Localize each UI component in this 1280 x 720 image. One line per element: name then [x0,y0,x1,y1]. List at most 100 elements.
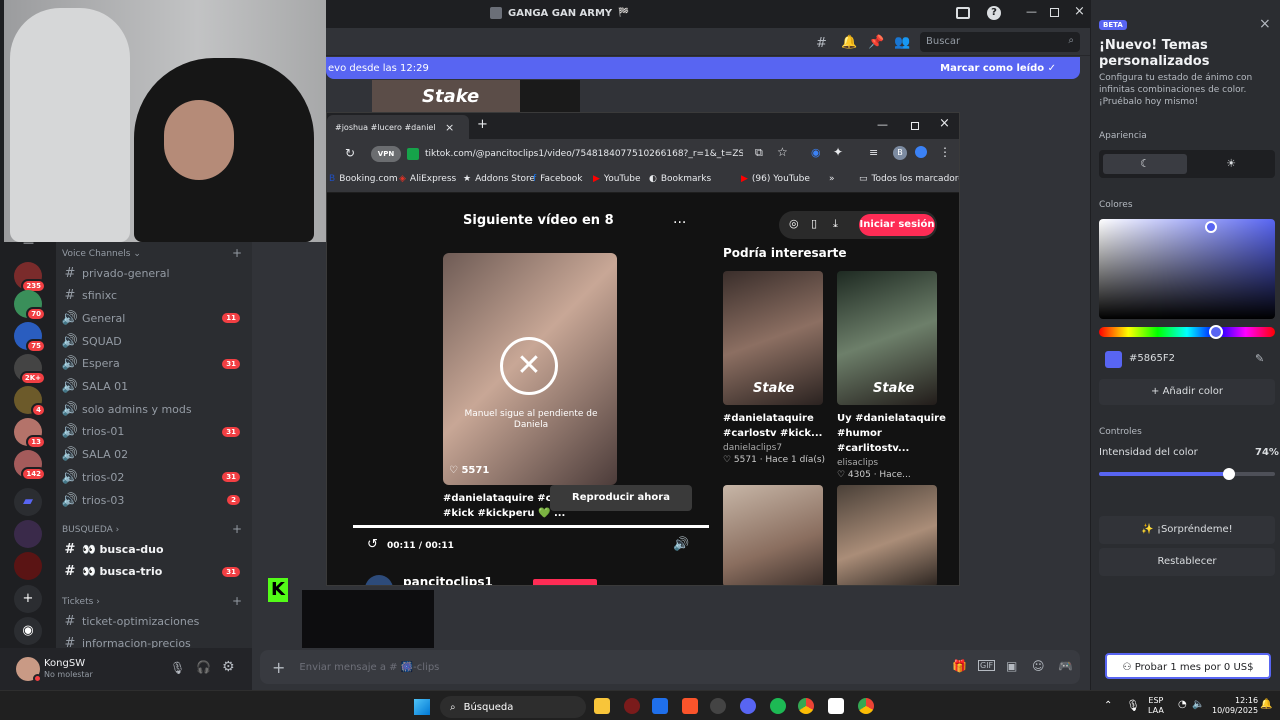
eyedropper-icon[interactable]: ✎ [1255,352,1264,365]
app-icon[interactable] [624,698,640,714]
recommendation-card[interactable]: #danielataquire #carlostv #kick... daniel… [723,411,833,465]
inbox-icon[interactable] [956,7,970,19]
channel-item[interactable]: 🔊 Espera 31 [60,353,246,375]
category-busqueda[interactable]: BUSQUEDA › [62,525,119,535]
add-color-button[interactable]: + Añadir color [1099,379,1275,405]
chrome-icon[interactable] [798,698,814,714]
message-composer[interactable]: + Enviar mensaje a # 🎆-clips 🎁 GIF ▣ ☺ 🎮 [260,650,1080,684]
bookmark-item[interactable]: B Booking.com [329,174,398,184]
emoji-icon[interactable]: ☺ [1032,659,1045,673]
pin-icon[interactable]: 📌 [868,35,884,50]
color-picker-area[interactable] [1099,219,1275,319]
file-explorer-icon[interactable] [594,698,610,714]
brave-icon[interactable] [682,698,698,714]
maximize-button[interactable] [1050,8,1059,17]
channel-item[interactable]: # 👀 busca-trio 31 [60,561,246,583]
channel-item[interactable]: # informacion-precios [60,633,246,648]
extension-icon[interactable]: ◉ [811,146,821,159]
channel-item[interactable]: 🔊 trios-03 2 [60,489,246,511]
all-bookmarks[interactable]: ▭ Todos los marcadores [859,174,959,184]
bookmark-item[interactable]: ▶ YouTube [593,174,641,184]
channel-item[interactable]: 🔊 SALA 01 [60,376,246,398]
server-icon[interactable]: 235 [14,262,46,293]
color-swatch[interactable] [1105,351,1122,368]
threads-icon[interactable]: # [816,36,827,51]
channel-item[interactable]: 🔊 SALA 02 [60,444,246,466]
reset-button[interactable]: Restablecer [1099,548,1275,576]
server-icon[interactable]: 2K+ [14,354,46,385]
app-icon[interactable] [710,698,726,714]
server-icon[interactable]: 70 [14,290,46,321]
server-icon[interactable]: 4 [14,386,46,417]
mark-read-button[interactable]: Marcar como leído ✓ [940,63,1056,74]
replay-icon[interactable]: ↺ [367,537,378,552]
add-channel-button[interactable]: + [232,594,242,608]
light-mode-button[interactable]: ☀ [1191,154,1271,174]
dark-mode-button[interactable]: ☾ [1103,154,1187,174]
volume-icon[interactable]: 🔊 [673,537,689,552]
color-picker-handle[interactable] [1205,221,1217,233]
category-tickets[interactable]: Tickets › [62,597,100,607]
follow-button[interactable] [533,579,597,585]
capcut-icon[interactable] [828,698,844,714]
sync-icon[interactable] [915,146,927,158]
speaker-icon[interactable]: 🔈 [1192,699,1204,710]
category-voice[interactable]: Voice Channels ⌄ [62,249,141,259]
channel-item[interactable]: # ticket-optimizaciones [60,610,246,632]
chrome-active-icon[interactable] [858,698,874,714]
channel-item[interactable]: 🔊 trios-01 31 [60,421,246,443]
close-button[interactable]: × [1074,4,1085,19]
play-now-tooltip[interactable]: Reproducir ahora [550,485,692,511]
recommendation-thumbnail[interactable]: Stake [837,271,937,405]
login-button[interactable]: Iniciar sesión [859,214,935,236]
shield-icon[interactable] [652,698,668,714]
server-icon[interactable]: 142 [14,450,46,481]
bookmark-star-icon[interactable]: ☆ [777,145,788,159]
channel-item[interactable]: # sfinixc [60,285,246,307]
recommendation-thumbnail[interactable]: Stake [723,271,823,405]
recommendation-thumbnail[interactable] [723,485,823,585]
server-icon[interactable]: 75 [14,322,46,353]
intensity-handle[interactable] [1223,468,1236,480]
hex-value[interactable]: #5865F2 [1129,353,1175,364]
add-channel-button[interactable]: + [232,246,242,260]
replay-overlay-icon[interactable]: ✕ [500,337,558,395]
recommendation-card[interactable]: Uy #danielataquire #humor #carlitostv...… [837,411,947,480]
video-progress-track[interactable] [353,525,709,528]
browser-tab[interactable]: #joshua #lucero #danielata × [327,115,469,139]
game-icon[interactable]: 🎮 [1058,659,1073,673]
browser-minimize-button[interactable]: — [877,118,888,131]
spotify-icon[interactable] [770,698,786,714]
bell-icon[interactable]: 🔔 [841,35,857,50]
browser-close-button[interactable]: × [939,116,950,131]
channel-item[interactable]: # 👀 busca-duo [60,538,246,560]
bookmarks-overflow-icon[interactable]: » [829,174,835,184]
recommendation-thumbnail[interactable] [837,485,937,585]
puzzle-icon[interactable]: ✦ [833,145,843,159]
notification-bell-icon[interactable]: 🔔 [1260,699,1272,710]
windows-start-icon[interactable] [414,699,430,715]
headphones-icon[interactable]: 🎧 [196,660,211,674]
author-avatar[interactable] [365,575,393,585]
sticker-icon[interactable]: ▣ [1006,659,1017,673]
bookmark-item[interactable]: ◈ AliExpress [399,174,456,184]
channel-item[interactable]: # privado-general [60,262,246,284]
gif-icon[interactable]: GIF [978,660,996,671]
tray-chevron-icon[interactable]: ⌃ [1104,700,1112,711]
tab-close-icon[interactable]: × [445,121,454,134]
language-indicator[interactable]: ESP LAA [1148,696,1164,716]
surprise-button[interactable]: ✨ ¡Sorpréndeme! [1099,516,1275,544]
device-icon[interactable]: ▯ [811,217,817,230]
help-icon[interactable]: ? [987,6,1001,20]
wifi-icon[interactable]: ◔ [1178,699,1187,710]
new-tab-button[interactable]: + [477,117,488,132]
search-input[interactable]: Buscar ⌕ [920,32,1080,52]
browser-maximize-button[interactable] [911,122,919,130]
close-icon[interactable]: × [1259,16,1271,32]
microphone-icon[interactable]: 🎙 [170,661,185,675]
avatar[interactable] [16,657,42,683]
profile-icon[interactable]: B [893,146,907,160]
more-options-icon[interactable]: ··· [673,215,686,231]
channel-item[interactable]: 🔊 General 11 [60,307,246,329]
server-icon[interactable] [14,520,42,548]
